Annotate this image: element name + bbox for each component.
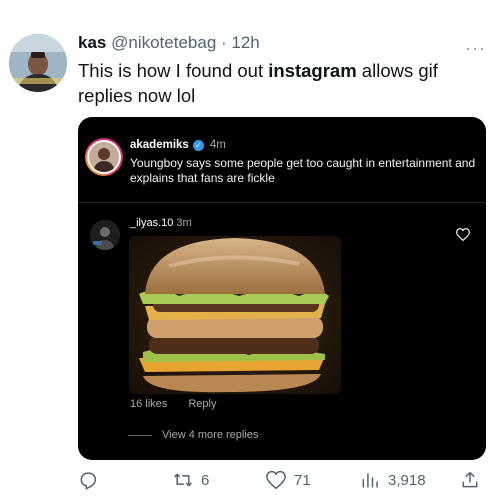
comment-avatar — [90, 220, 120, 250]
tweet-header: kas @nikotetebag · 12h — [78, 33, 260, 53]
comment-likes: 16 likes — [130, 398, 168, 410]
gif-reply-image — [129, 236, 341, 394]
retweet-count: 6 — [201, 471, 210, 489]
author-avatar[interactable] — [9, 34, 67, 92]
share-icon — [462, 471, 478, 488]
analytics-icon — [362, 473, 378, 488]
display-name[interactable]: kas — [78, 33, 106, 52]
view-more-replies: View 4 more replies — [128, 429, 258, 441]
more-options-icon[interactable]: ··· — [465, 38, 486, 59]
post-username: akademiks — [130, 139, 189, 151]
tweet-action-bar: 6 71 3,918 — [78, 470, 490, 494]
heart-icon — [455, 228, 471, 246]
like-count: 71 — [294, 471, 311, 489]
tweet-text-bold: instagram — [268, 60, 357, 81]
verified-badge-icon: ✓ — [192, 139, 204, 151]
comment-reply-button: Reply — [188, 398, 217, 410]
views-count: 3,918 — [388, 471, 426, 489]
reply-button[interactable] — [78, 470, 98, 490]
divider — [78, 202, 486, 203]
comment-meta: 16 likes Reply — [130, 398, 234, 410]
share-button[interactable] — [460, 470, 480, 490]
tweet-text-part: This is how I found out — [78, 60, 269, 81]
tweet-text: This is how I found out instagram allows… — [78, 58, 488, 108]
reply-icon — [80, 472, 97, 490]
post-caption: Youngboy says some people get too caught… — [130, 156, 476, 185]
tweet-time[interactable]: 12h — [231, 33, 259, 52]
views-button[interactable]: 3,918 — [360, 470, 426, 490]
view-more-label: View 4 more replies — [162, 429, 259, 441]
tweet-media-image[interactable]: akademiks ✓ 4m Youngboy says some people… — [78, 117, 486, 460]
heart-icon — [266, 470, 286, 490]
comment-header: _ilyas.10 3m — [130, 217, 192, 229]
comment-username: _ilyas.10 — [130, 217, 174, 229]
user-handle[interactable]: @nikotetebag — [111, 33, 216, 52]
post-header: akademiks ✓ 4m — [130, 139, 226, 151]
post-time: 4m — [209, 139, 226, 151]
like-button[interactable]: 71 — [266, 470, 311, 490]
comment-time: 3m — [176, 217, 192, 229]
divider — [128, 434, 152, 436]
post-author-avatar — [85, 138, 123, 176]
separator-dot: · — [216, 33, 232, 52]
retweet-button[interactable]: 6 — [173, 470, 209, 490]
retweet-icon — [174, 473, 192, 487]
